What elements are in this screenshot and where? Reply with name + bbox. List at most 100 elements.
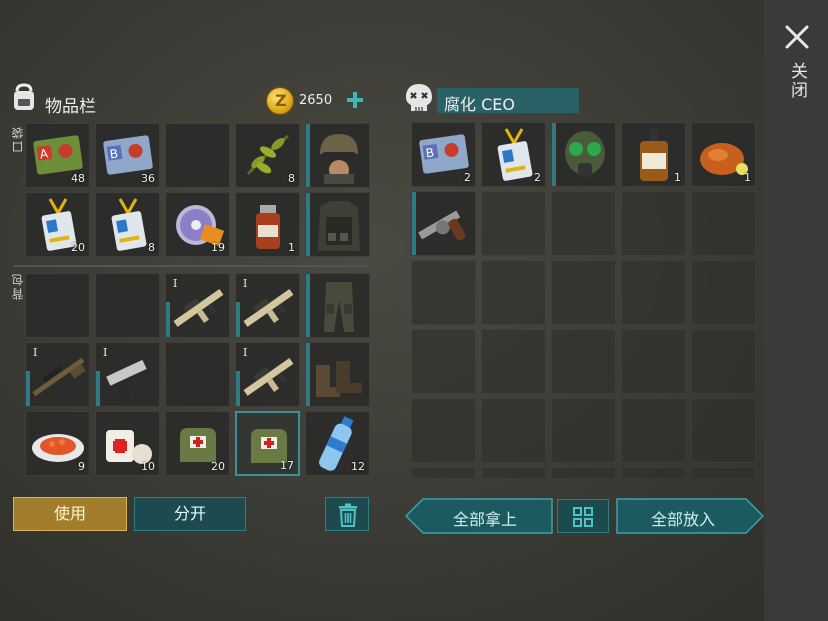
item-count: 10 — [141, 460, 155, 473]
item-count: 2 — [534, 171, 541, 184]
pocket-slot[interactable]: A 48 — [25, 123, 90, 188]
backpack-slot[interactable]: I — [95, 342, 160, 407]
trash-icon — [339, 503, 357, 527]
backpack-slot[interactable] — [305, 273, 370, 338]
loot-slot[interactable] — [411, 467, 476, 478]
loot-slot[interactable]: 1 — [691, 122, 756, 187]
item-count: 12 — [351, 460, 365, 473]
grid-icon — [573, 507, 593, 527]
split-button[interactable]: 分开 — [134, 497, 246, 531]
pocket-slot[interactable] — [305, 192, 370, 257]
item-count: 48 — [71, 172, 85, 185]
sort-grid-button[interactable] — [557, 499, 609, 533]
pocket-slot[interactable]: B 36 — [95, 123, 160, 188]
helmet-icon — [320, 134, 358, 184]
backpack-icon — [14, 83, 34, 110]
loot-slot[interactable] — [481, 329, 546, 394]
item-count: 20 — [211, 460, 225, 473]
pocket-slot[interactable]: 8 — [95, 192, 160, 257]
item-count: 1 — [288, 241, 295, 254]
backpack-slot[interactable]: I — [165, 273, 230, 338]
loot-slot[interactable]: B2 — [411, 122, 476, 187]
backpack-slot[interactable]: 9 — [25, 411, 90, 476]
loot-slot[interactable] — [621, 467, 686, 478]
item-tier: I — [243, 277, 248, 290]
tactical-pants-icon — [324, 282, 354, 332]
take-all-label: 全部拿上 — [452, 510, 517, 529]
loot-slot[interactable] — [411, 398, 476, 463]
loot-slot[interactable] — [621, 260, 686, 325]
loot-slot[interactable] — [691, 329, 756, 394]
revolver-icon — [418, 210, 466, 241]
loot-slot[interactable] — [691, 398, 756, 463]
loot-slot[interactable] — [411, 329, 476, 394]
loot-slot[interactable] — [621, 398, 686, 463]
loot-slot[interactable] — [691, 260, 756, 325]
loot-name-box: 腐化 CEO — [437, 88, 579, 114]
use-button[interactable]: 使用 — [13, 497, 127, 531]
pocket-slot[interactable] — [305, 123, 370, 188]
pocket-label: 口袋 — [11, 125, 25, 153]
section-divider — [14, 265, 369, 267]
loot-slot[interactable] — [551, 398, 616, 463]
backpack-slot[interactable]: I — [235, 273, 300, 338]
close-label[interactable]: 关闭 — [784, 62, 810, 100]
item-count: 8 — [288, 172, 295, 185]
item-count: 17 — [280, 459, 294, 472]
loot-slot[interactable] — [551, 191, 616, 256]
loot-slot[interactable] — [481, 191, 546, 256]
backpack-slot[interactable]: I — [235, 342, 300, 407]
loot-container-name: 腐化 CEO — [444, 95, 515, 114]
slot-marker — [412, 192, 416, 255]
loot-slot[interactable] — [621, 191, 686, 256]
pocket-slot[interactable]: 20 — [25, 192, 90, 257]
backpack-slot[interactable] — [25, 273, 90, 338]
item-count: 2 — [464, 171, 471, 184]
money-amount: 2650 — [299, 93, 333, 108]
backpack-slot[interactable]: 12 — [305, 411, 370, 476]
loot-slot[interactable]: 1 — [621, 122, 686, 187]
take-all-button[interactable]: 全部拿上 — [420, 498, 550, 534]
loot-slot[interactable] — [411, 260, 476, 325]
loot-slot[interactable] — [481, 467, 546, 478]
skull-icon — [406, 84, 432, 111]
loot-slot[interactable] — [551, 467, 616, 478]
item-count: 9 — [78, 460, 85, 473]
backpack-slot[interactable]: I — [25, 342, 90, 407]
backpack-slot[interactable]: 10 — [95, 411, 160, 476]
pocket-slot[interactable]: 8 — [235, 123, 300, 188]
put-all-button[interactable]: 全部放入 — [618, 498, 748, 534]
loot-slot[interactable]: 2 — [481, 122, 546, 187]
loot-slot[interactable] — [481, 398, 546, 463]
loot-slot[interactable] — [551, 329, 616, 394]
backpack-slot[interactable] — [165, 342, 230, 407]
boots-icon — [316, 361, 362, 397]
item-count: 8 — [148, 241, 155, 254]
pocket-slot[interactable]: 1 — [235, 192, 300, 257]
add-money-button[interactable] — [342, 86, 368, 114]
item-count: 20 — [71, 241, 85, 254]
trash-button[interactable] — [325, 497, 369, 531]
loot-slot[interactable] — [481, 260, 546, 325]
loot-slot[interactable] — [691, 191, 756, 256]
item-count: 1 — [744, 171, 751, 184]
backpack-slot[interactable] — [95, 273, 160, 338]
slot-marker — [552, 123, 556, 186]
backpack-slot[interactable]: 17 — [235, 411, 300, 476]
body-armor-icon — [318, 201, 360, 251]
backpack-slot[interactable]: 20 — [165, 411, 230, 476]
loot-slot[interactable] — [411, 191, 476, 256]
item-count: 36 — [141, 172, 155, 185]
backpack-label: 背包 — [11, 272, 25, 300]
item-count: 1 — [674, 171, 681, 184]
loot-slot[interactable] — [621, 329, 686, 394]
close-icon[interactable] — [784, 24, 810, 50]
loot-slot[interactable] — [691, 467, 756, 478]
loot-slot[interactable] — [551, 122, 616, 187]
item-tier: I — [173, 277, 178, 290]
backpack-slot[interactable] — [305, 342, 370, 407]
item-tier: I — [243, 346, 248, 359]
pocket-slot[interactable]: 19 — [165, 192, 230, 257]
loot-slot[interactable] — [551, 260, 616, 325]
pocket-slot[interactable] — [165, 123, 230, 188]
